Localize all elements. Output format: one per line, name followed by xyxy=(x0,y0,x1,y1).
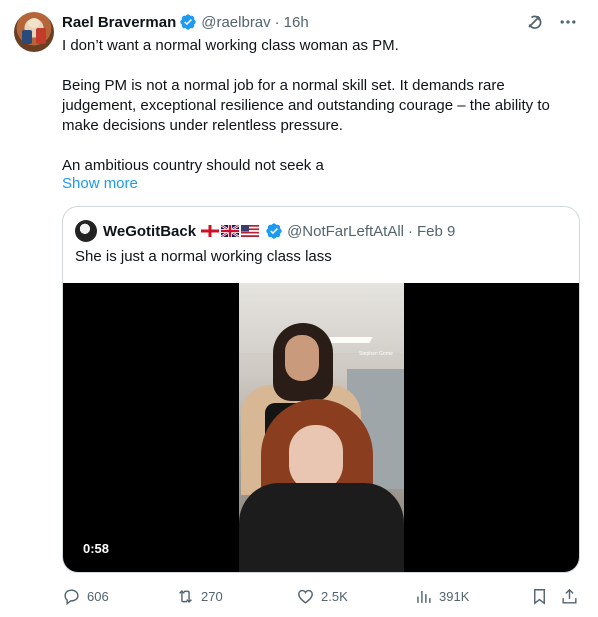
video-thumbnail: Stephen Gorrie xyxy=(239,283,404,572)
video-duration: 0:58 xyxy=(83,541,110,556)
quote-text: She is just a normal working class lass xyxy=(75,248,332,265)
verified-badge-icon xyxy=(180,14,196,30)
retweet-button[interactable]: 270 xyxy=(176,584,223,608)
quote-author-avatar[interactable] xyxy=(75,220,97,242)
tweet-paragraph: An ambitious country should not seek a xyxy=(62,157,324,174)
quoted-tweet[interactable]: WeGotitBack @NotFarLeftAtAll · Feb 9 She… xyxy=(62,206,580,573)
quote-author-handle[interactable]: @NotFarLeftAtAll xyxy=(287,223,404,240)
author-avatar[interactable] xyxy=(14,12,54,52)
share-button[interactable] xyxy=(560,584,579,608)
views-icon xyxy=(417,590,431,603)
author-name[interactable]: Rael Braverman xyxy=(62,14,176,31)
show-more-link[interactable]: Show more xyxy=(62,174,138,194)
views-count: 391K xyxy=(439,588,470,604)
tweet-paragraph: I don’t want a normal working class woma… xyxy=(62,37,399,54)
reply-button[interactable]: 606 xyxy=(62,584,109,608)
uk-flag-icon xyxy=(221,225,240,237)
grok-icon[interactable] xyxy=(524,12,544,32)
top-actions xyxy=(524,12,578,32)
bookmark-icon xyxy=(534,588,545,605)
video-player[interactable]: Stephen Gorrie 0:58 xyxy=(63,283,579,572)
separator: · xyxy=(274,13,280,31)
video-overlay-text: Stephen Gorrie xyxy=(359,351,393,357)
quote-timestamp[interactable]: Feb 9 xyxy=(417,223,455,240)
like-button[interactable]: 2.5K xyxy=(296,584,348,608)
bookmark-button[interactable] xyxy=(530,584,549,608)
quote-header: WeGotitBack @NotFarLeftAtAll · Feb 9 xyxy=(75,220,455,242)
tweet-text: I don’t want a normal working class woma… xyxy=(62,36,582,176)
retweet-icon xyxy=(179,589,192,603)
timestamp[interactable]: 16h xyxy=(284,14,309,31)
england-flag-icon xyxy=(201,225,220,237)
verified-badge-icon xyxy=(266,223,282,239)
tweet[interactable]: Rael Braverman @raelbrav · 16h I don’t w… xyxy=(0,0,598,617)
reply-count: 606 xyxy=(87,588,109,604)
retweet-count: 270 xyxy=(201,588,223,604)
tweet-header: Rael Braverman @raelbrav · 16h xyxy=(62,12,309,32)
tweet-paragraph: Being PM is not a normal job for a norma… xyxy=(62,77,550,134)
action-bar: 606 270 2.5K 391K xyxy=(62,584,582,608)
more-icon[interactable] xyxy=(558,12,578,32)
like-count: 2.5K xyxy=(321,588,348,604)
reply-icon xyxy=(64,588,79,605)
quote-author-name[interactable]: WeGotitBack xyxy=(103,223,196,240)
like-icon xyxy=(298,589,313,604)
author-handle[interactable]: @raelbrav xyxy=(201,14,270,31)
separator: · xyxy=(408,222,414,240)
us-flag-icon xyxy=(241,225,260,237)
flag-emojis xyxy=(201,225,260,237)
share-icon xyxy=(562,588,577,604)
views-button[interactable]: 391K xyxy=(414,584,469,608)
